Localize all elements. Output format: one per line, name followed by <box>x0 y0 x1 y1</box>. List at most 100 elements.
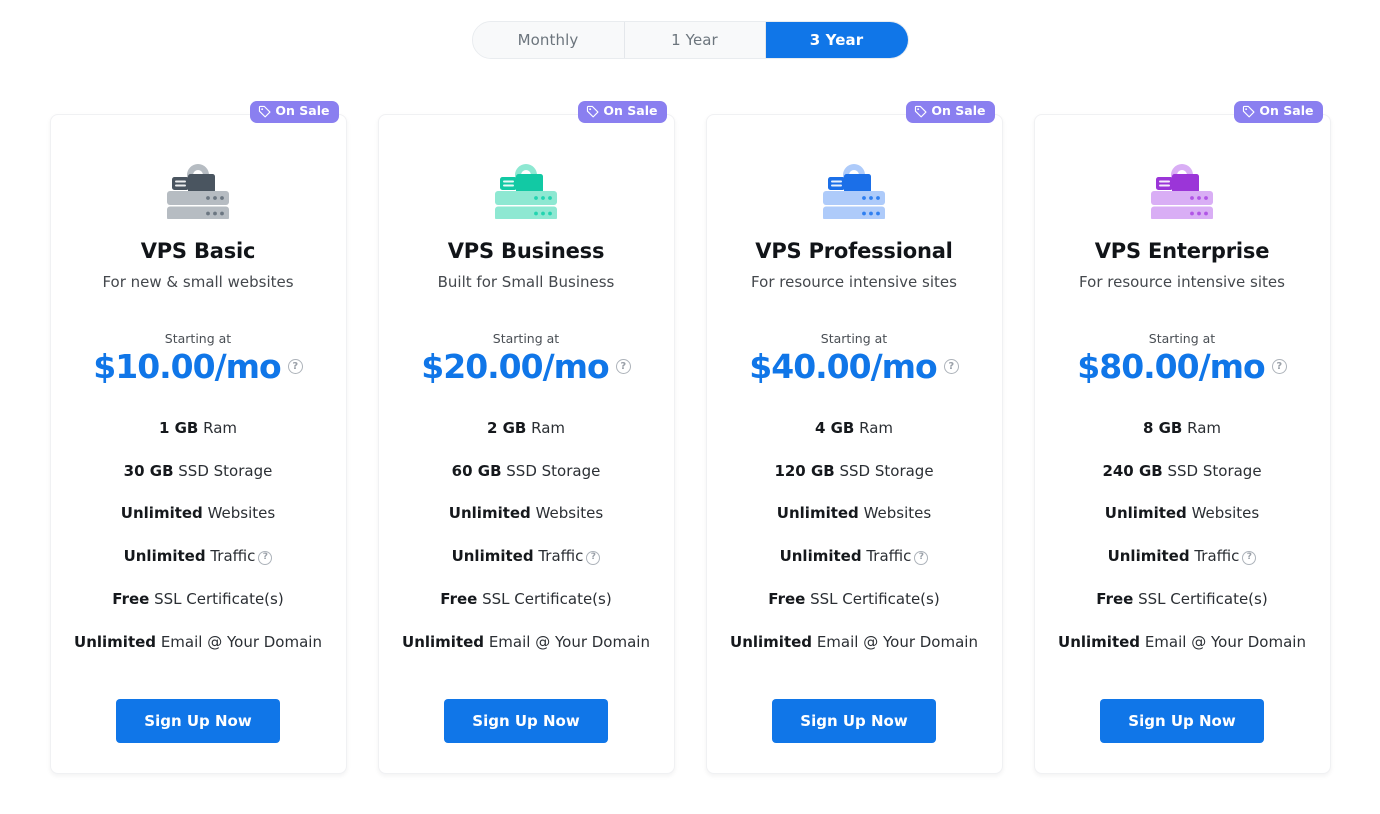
feature-value: Unlimited <box>1104 504 1187 523</box>
starting-at-label: Starting at <box>820 331 888 346</box>
feature-list: 4 GB Ram 120 GB SSD Storage Unlimited Webs… <box>725 418 984 675</box>
price-row: $80.00/mo? <box>1077 347 1287 386</box>
billing-option-monthly[interactable]: Monthly <box>472 22 625 58</box>
feature-item: Unlimited Traffic? <box>1053 546 1312 568</box>
server-lock-icon <box>164 149 232 219</box>
feature-help-icon[interactable]: ? <box>586 550 601 565</box>
pricing-card: On Sale VPS Basic For new & small websites… <box>49 101 347 774</box>
feature-text: Ram <box>531 418 566 437</box>
plan-price: $20.00/mo <box>421 347 609 386</box>
server-lock-icon <box>1148 149 1216 219</box>
feature-value: 2 GB <box>486 418 527 437</box>
price-row: $20.00/mo? <box>421 347 631 386</box>
feature-text: Websites <box>863 504 932 523</box>
starting-at-label: Starting at <box>1148 331 1216 346</box>
feature-item: Free SSL Certificate(s) <box>725 589 984 611</box>
on-sale-badge: On Sale <box>250 101 339 123</box>
feature-value: Unlimited <box>1107 547 1190 566</box>
on-sale-badge: On Sale <box>1234 101 1323 123</box>
tag-icon <box>258 105 271 118</box>
feature-text: SSL Certificate(s) <box>810 589 940 608</box>
feature-text: SSL Certificate(s) <box>482 589 612 608</box>
feature-value: Unlimited <box>451 547 534 566</box>
feature-text: Ram <box>1187 418 1222 437</box>
price-block: Starting at $40.00/mo? <box>749 331 959 386</box>
feature-item: 2 GB Ram <box>397 418 656 440</box>
feature-item: Unlimited Websites <box>397 503 656 525</box>
price-block: Starting at $10.00/mo? <box>93 331 303 386</box>
feature-help-icon[interactable]: ? <box>914 550 929 565</box>
tag-icon <box>586 105 599 118</box>
sign-up-now-button[interactable]: Sign Up Now <box>116 699 280 743</box>
on-sale-badge-label: On Sale <box>1259 103 1314 119</box>
cta-container: Sign Up Now <box>397 679 656 743</box>
feature-text: SSD Storage <box>506 461 601 480</box>
price-help-icon[interactable]: ? <box>1271 359 1287 375</box>
billing-period-toggle[interactable]: Monthly 1 Year 3 Year <box>471 21 909 59</box>
pricing-card: On Sale VPS Professional For resource inte… <box>705 101 1003 774</box>
plan-description: For resource intensive sites <box>1079 273 1285 291</box>
price-help-icon[interactable]: ? <box>287 359 303 375</box>
sign-up-now-button[interactable]: Sign Up Now <box>444 699 608 743</box>
feature-item: 1 GB Ram <box>69 418 328 440</box>
feature-value: Free <box>1096 589 1134 608</box>
feature-item: Unlimited Websites <box>725 503 984 525</box>
cta-container: Sign Up Now <box>725 679 984 743</box>
on-sale-badge: On Sale <box>906 101 995 123</box>
feature-item: Free SSL Certificate(s) <box>69 589 328 611</box>
tag-icon <box>1242 105 1255 118</box>
plan-description: Built for Small Business <box>437 273 615 291</box>
feature-help-icon[interactable]: ? <box>1242 550 1257 565</box>
feature-text: Email @ Your Domain <box>488 632 650 651</box>
feature-item: Free SSL Certificate(s) <box>1053 589 1312 611</box>
billing-option-3-year[interactable]: 3 Year <box>765 22 908 58</box>
sign-up-now-button[interactable]: Sign Up Now <box>772 699 936 743</box>
price-help-icon[interactable]: ? <box>615 359 631 375</box>
feature-value: Unlimited <box>448 504 531 523</box>
pricing-card-body: VPS Enterprise For resource intensive sit… <box>1033 114 1331 774</box>
feature-value: Unlimited <box>730 632 813 651</box>
feature-item: Unlimited Traffic? <box>397 546 656 568</box>
feature-item: Unlimited Email @ Your Domain <box>69 632 328 654</box>
feature-value: Unlimited <box>1058 632 1141 651</box>
starting-at-label: Starting at <box>164 331 232 346</box>
feature-value: 1 GB <box>158 418 199 437</box>
feature-item: Unlimited Email @ Your Domain <box>1053 632 1312 654</box>
plan-description: For resource intensive sites <box>751 273 957 291</box>
plan-name: VPS Business <box>447 239 605 263</box>
feature-help-icon[interactable]: ? <box>258 550 273 565</box>
feature-text: SSL Certificate(s) <box>1138 589 1268 608</box>
feature-text: Email @ Your Domain <box>160 632 322 651</box>
plan-name: VPS Basic <box>140 239 256 263</box>
plan-price: $10.00/mo <box>93 347 281 386</box>
price-help-icon[interactable]: ? <box>943 359 959 375</box>
feature-item: 30 GB SSD Storage <box>69 461 328 483</box>
feature-item: Unlimited Websites <box>69 503 328 525</box>
feature-value: Unlimited <box>120 504 203 523</box>
feature-value: Unlimited <box>779 547 862 566</box>
feature-item: Unlimited Traffic? <box>725 546 984 568</box>
sign-up-now-button[interactable]: Sign Up Now <box>1100 699 1264 743</box>
price-row: $10.00/mo? <box>93 347 303 386</box>
price-row: $40.00/mo? <box>749 347 959 386</box>
feature-item: Unlimited Email @ Your Domain <box>397 632 656 654</box>
plan-price: $40.00/mo <box>749 347 937 386</box>
feature-item: 120 GB SSD Storage <box>725 461 984 483</box>
plan-description: For new & small websites <box>102 273 294 291</box>
feature-list: 8 GB Ram 240 GB SSD Storage Unlimited Webs… <box>1053 418 1312 675</box>
feature-item: 8 GB Ram <box>1053 418 1312 440</box>
pricing-card-body: VPS Business Built for Small Business Star… <box>377 114 675 774</box>
feature-value: Unlimited <box>776 504 859 523</box>
feature-text: Traffic <box>866 547 912 566</box>
billing-option-1-year[interactable]: 1 Year <box>624 22 766 58</box>
feature-text: Traffic <box>210 547 256 566</box>
plan-price: $80.00/mo <box>1077 347 1265 386</box>
server-lock-icon <box>492 149 560 219</box>
starting-at-label: Starting at <box>492 331 560 346</box>
billing-period-toggle-container: Monthly 1 Year 3 Year <box>0 0 1380 59</box>
feature-value: 8 GB <box>1142 418 1183 437</box>
tag-icon <box>914 105 927 118</box>
feature-text: SSL Certificate(s) <box>154 589 284 608</box>
feature-value: Free <box>112 589 150 608</box>
feature-text: SSD Storage <box>1167 461 1262 480</box>
